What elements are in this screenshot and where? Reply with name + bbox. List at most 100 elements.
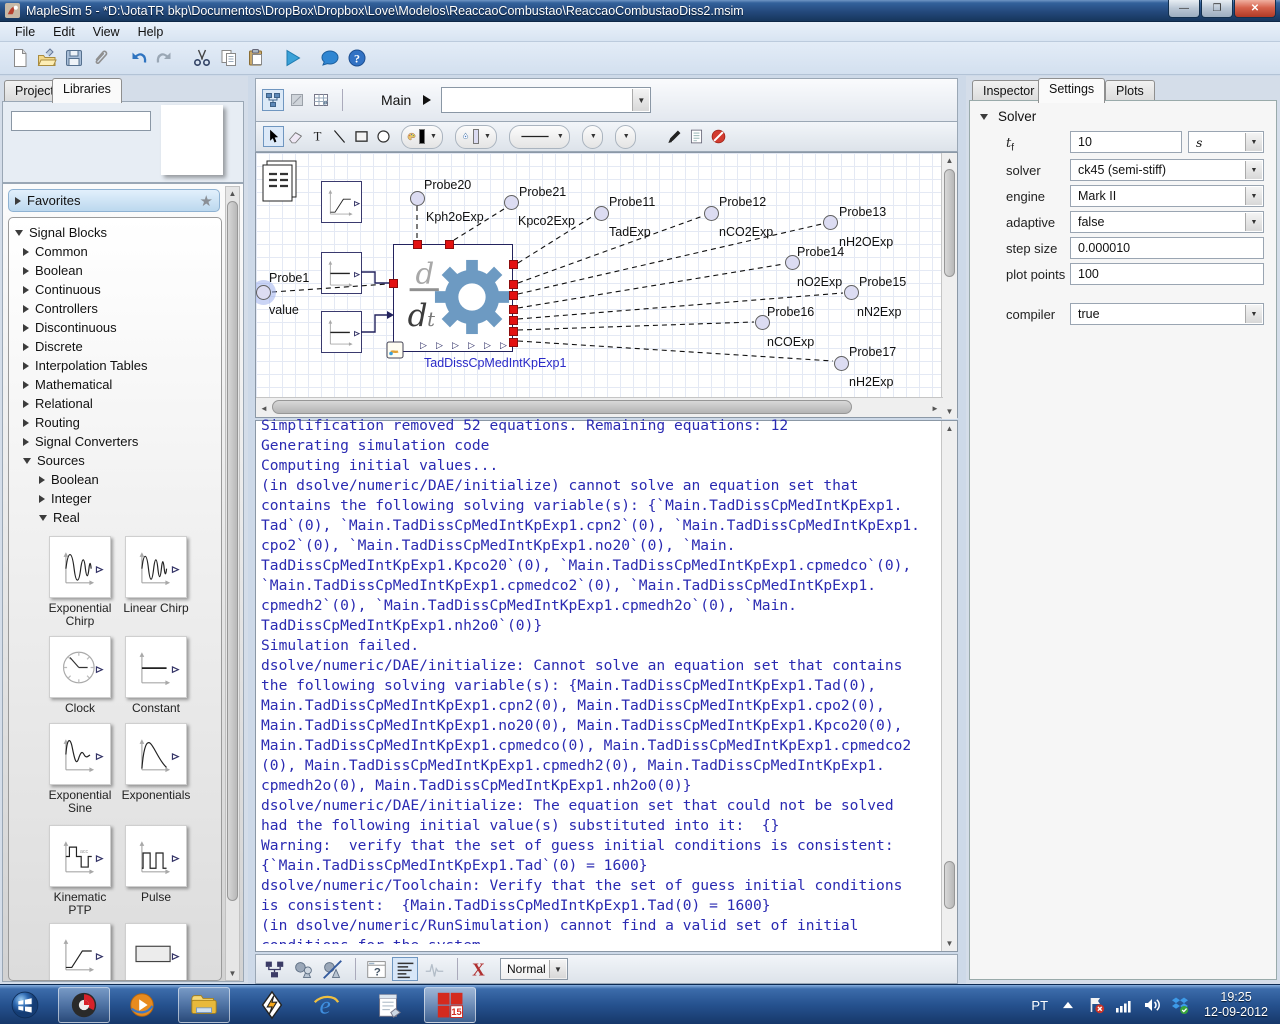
tree-item-signal-converters[interactable]: Signal Converters [9,432,221,451]
new-file-button[interactable] [8,46,32,70]
console-output[interactable]: Simplification removed 52 equations. Rem… [261,416,937,944]
probe-probe11[interactable] [594,206,609,221]
port-top[interactable] [445,240,454,249]
ellipse-tool[interactable] [373,126,394,147]
chevron-down-icon[interactable]: ▼ [1245,305,1262,323]
attach-button[interactable] [89,46,113,70]
solver-tf-input[interactable]: 10 [1070,131,1182,153]
save-file-button[interactable] [62,46,86,70]
probe-probe20[interactable] [410,191,425,206]
palette-block-constant[interactable] [125,636,187,698]
menu-help[interactable]: Help [129,23,173,41]
tree-item-discrete[interactable]: Discrete [9,337,221,356]
taskbar-winamp[interactable] [246,987,298,1023]
view-both-button[interactable] [319,957,345,981]
chevron-down-icon[interactable]: ▼ [549,960,566,978]
simulation-graph-button[interactable] [421,957,447,981]
minimize-button[interactable]: — [1168,0,1200,18]
canvas-horizontal-scrollbar[interactable]: ◄ ► [256,397,943,417]
tad-diss-block[interactable]: d d t [393,244,513,352]
port-left[interactable] [389,279,398,288]
clear-console-button[interactable]: X [465,957,491,981]
scroll-down-icon[interactable]: ▼ [226,969,239,978]
model-detail-view-button[interactable] [286,89,308,111]
palette-block-linear-chirp[interactable] [125,536,187,598]
solver-adaptive-dropdown[interactable]: false▼ [1070,211,1264,233]
hidden-icons-arrow-icon[interactable] [1058,995,1078,1015]
probe-probe17[interactable] [834,356,849,371]
palette-scrollbar[interactable]: ▲ ▼ [225,186,240,981]
cut-button[interactable] [190,46,214,70]
tree-item-relational[interactable]: Relational [9,394,221,413]
redo-button[interactable] [153,46,177,70]
no-entry-button[interactable] [708,126,729,147]
solver-step-size-input[interactable]: 0.000010 [1070,237,1264,259]
port-right[interactable] [509,327,518,336]
port-right[interactable] [509,280,518,289]
pen-color-tool[interactable]: ▼ [401,125,443,149]
eraser-tool[interactable] [285,126,306,147]
menu-file[interactable]: File [6,23,44,41]
solver-solver-dropdown[interactable]: ck45 (semi-stiff)▼ [1070,159,1264,181]
pen-color-swatch[interactable] [419,129,425,144]
console-level-dropdown[interactable]: Normal▼ [500,958,568,980]
tree-item-real[interactable]: Real [9,508,221,527]
tree-item-boolean[interactable]: Boolean [9,470,221,489]
taskbar-media-player[interactable] [116,987,168,1023]
library-search-input[interactable] [11,111,151,131]
tree-item-continuous[interactable]: Continuous [9,280,221,299]
port-right[interactable] [509,291,518,300]
model-tree-view-button[interactable] [262,89,284,111]
copy-button[interactable] [217,46,241,70]
favorites-header[interactable]: Favorites ★ [8,189,220,212]
select-tool[interactable] [263,126,284,147]
taskbar-maple-15[interactable]: 15 [424,987,476,1023]
solver-engine-dropdown[interactable]: Mark II▼ [1070,185,1264,207]
rectangle-tool[interactable] [351,126,372,147]
tree-item-boolean[interactable]: Boolean [9,261,221,280]
spreadsheet-view-button[interactable]: # [310,89,332,111]
palette-block-ramp[interactable] [49,923,111,981]
network-icon[interactable] [1114,995,1134,1015]
tab-libraries[interactable]: Libraries [52,78,122,103]
start-button[interactable] [2,987,48,1023]
taskbar-comodo-dragon[interactable] [58,987,110,1023]
restore-button[interactable]: ❐ [1201,0,1233,18]
chevron-down-icon[interactable]: ▼ [1245,187,1262,205]
port-right[interactable] [509,260,518,269]
line-tool[interactable] [329,126,350,147]
message-console-button[interactable] [392,957,418,981]
pen-button[interactable] [664,126,685,147]
port-top[interactable] [413,240,422,249]
navigation-combobox[interactable]: ▼ [441,87,651,113]
taskbar-explorer[interactable] [178,987,230,1023]
fill-color-swatch[interactable] [473,129,479,144]
probe-probe15[interactable] [844,285,859,300]
language-indicator[interactable]: PT [1031,998,1048,1013]
scroll-up-icon[interactable]: ▲ [226,189,239,198]
solver-section-header[interactable]: Solver [980,109,1036,124]
chevron-down-icon[interactable]: ▼ [1245,161,1262,179]
view-3d-button[interactable] [290,957,316,981]
tree-item-integer[interactable]: Integer [9,489,221,508]
menu-edit[interactable]: Edit [44,23,84,41]
palette-block-block[interactable] [125,923,187,981]
volume-icon[interactable] [1142,995,1162,1015]
paste-button[interactable] [244,46,268,70]
menu-view[interactable]: View [84,23,129,41]
connector-style-tool[interactable]: ▼ [582,125,603,149]
solver-unit-dropdown[interactable]: s▼ [1188,131,1264,153]
probe-probe13[interactable] [823,215,838,230]
probe-probe21[interactable] [504,195,519,210]
probe-probe1[interactable] [256,285,271,300]
title-bar[interactable]: MapleSim 5 - *D:\JotaTR bkp\Documentos\D… [0,0,1280,22]
pin-tool[interactable]: ▼ [615,125,636,149]
open-file-button[interactable] [35,46,59,70]
tab-settings[interactable]: Settings [1038,78,1105,103]
tree-item-controllers[interactable]: Controllers [9,299,221,318]
dropbox-icon[interactable] [1170,995,1190,1015]
palette-block-exponentials[interactable] [125,723,187,785]
action-center-flag-icon[interactable] [1086,995,1106,1015]
solver-compiler-dropdown[interactable]: true▼ [1070,303,1264,325]
chevron-down-icon[interactable]: ▼ [632,89,649,111]
